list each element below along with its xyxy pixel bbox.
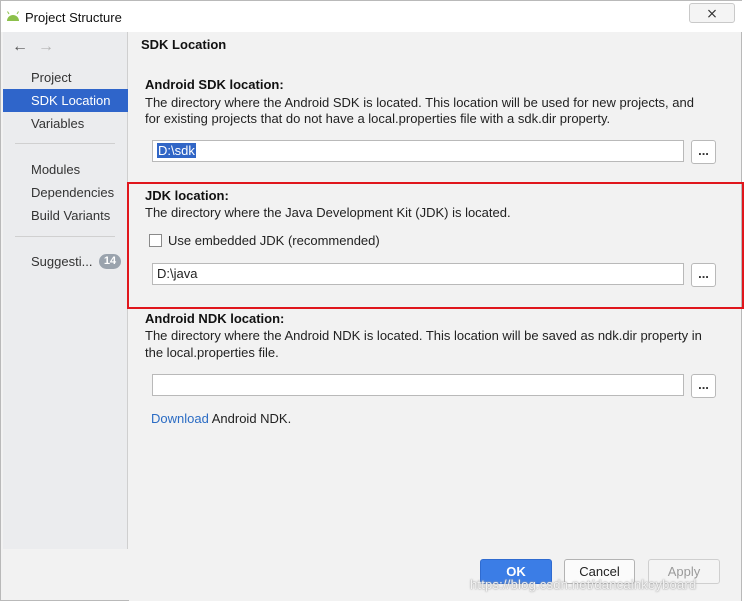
sidebar-item-modules[interactable]: Modules <box>3 158 128 181</box>
sidebar-item-dependencies[interactable]: Dependencies <box>3 181 128 204</box>
main-panel: SDK Location Android SDK location: The d… <box>129 32 741 549</box>
android-sdk-browse-button[interactable]: ... <box>691 140 716 164</box>
sidebar-item-variables[interactable]: Variables <box>3 112 128 135</box>
android-ndk-heading: Android NDK location: <box>145 311 285 326</box>
section-title: SDK Location <box>141 37 227 52</box>
sidebar-item-build-variants[interactable]: Build Variants <box>3 204 128 227</box>
android-ndk-path-input[interactable] <box>152 374 684 396</box>
title-bar: Project Structure ⨯ <box>1 1 743 32</box>
sidebar-item-label: Suggesti... <box>31 254 93 269</box>
sidebar: ← → Project SDK Location Variables Modul… <box>3 32 128 549</box>
dialog-footer: OK Cancel Apply <box>129 549 741 601</box>
jdk-heading: JDK location: <box>145 188 229 203</box>
jdk-browse-button[interactable]: ... <box>691 263 716 287</box>
download-ndk-text: Download Android NDK. <box>151 410 291 427</box>
window-title: Project Structure <box>25 10 122 25</box>
use-embedded-jdk-checkbox[interactable] <box>149 234 162 247</box>
sidebar-divider <box>15 236 115 237</box>
android-ndk-description-line2: the local.properties file. <box>145 345 279 360</box>
jdk-description: The directory where the Java Development… <box>145 205 511 220</box>
sidebar-divider <box>15 143 115 144</box>
android-sdk-description-line1: The directory where the Android SDK is l… <box>145 95 694 110</box>
android-ndk-browse-button[interactable]: ... <box>691 374 716 398</box>
jdk-path-input[interactable]: D:\java <box>152 263 684 285</box>
watermark: https://blog.csdn.net/dancainkeyboard <box>470 577 697 592</box>
forward-arrow-icon[interactable]: → <box>38 38 54 56</box>
sidebar-item-project[interactable]: Project <box>3 66 128 89</box>
back-arrow-icon[interactable]: ← <box>12 38 28 56</box>
close-button[interactable]: ⨯ <box>689 3 735 23</box>
project-structure-window: Project Structure ⨯ ← → Project SDK Loca… <box>0 0 743 601</box>
sidebar-item-suggestions[interactable]: Suggesti... 14 <box>3 250 128 273</box>
android-sdk-path-input[interactable]: D:\sdk <box>152 140 684 162</box>
download-ndk-suffix: Android NDK. <box>211 411 292 426</box>
sidebar-item-sdk-location[interactable]: SDK Location <box>3 89 128 112</box>
android-sdk-description-line2: for existing projects that do not have a… <box>145 111 611 126</box>
android-sdk-heading: Android SDK location: <box>145 77 284 92</box>
use-embedded-jdk-label[interactable]: Use embedded JDK (recommended) <box>168 232 380 249</box>
download-ndk-link[interactable]: Download <box>151 411 209 426</box>
android-ndk-description-line1: The directory where the Android NDK is l… <box>145 328 702 343</box>
close-icon: ⨯ <box>706 5 718 21</box>
android-icon <box>7 11 19 21</box>
suggestions-count-badge: 14 <box>99 254 121 269</box>
android-sdk-path-value: D:\sdk <box>157 143 196 158</box>
